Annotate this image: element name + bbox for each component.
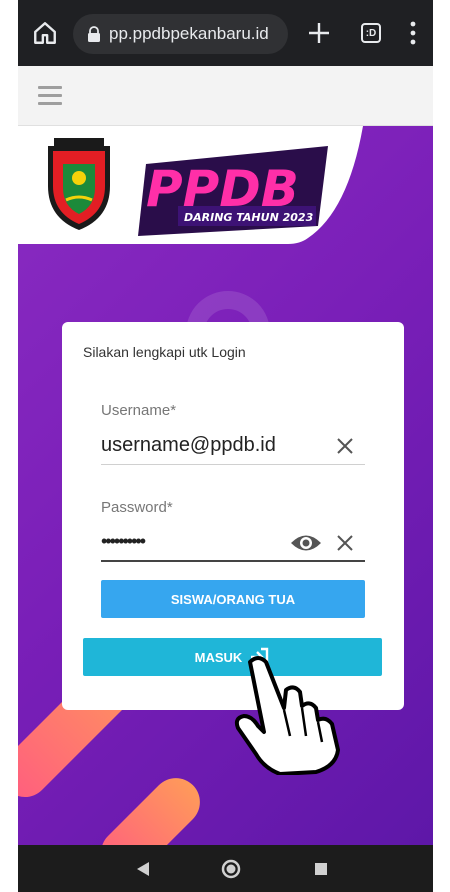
- home-nav-icon[interactable]: [221, 859, 241, 879]
- svg-text:DARING TAHUN 2023: DARING TAHUN 2023: [184, 211, 314, 224]
- hand-pointer-cursor-icon: [234, 656, 340, 775]
- android-nav-bar: [18, 845, 433, 892]
- username-label: Username*: [101, 402, 177, 419]
- ppdb-logo-banner: PPDB DARING TAHUN 2023: [18, 126, 363, 244]
- ppdb-wordmark: PPDB DARING TAHUN 2023: [138, 146, 328, 236]
- password-input[interactable]: ••••••••••: [101, 531, 146, 552]
- hamburger-menu-icon[interactable]: [38, 86, 62, 106]
- username-input[interactable]: username@ppdb.id: [101, 434, 276, 457]
- recent-apps-icon[interactable]: [315, 863, 327, 875]
- browser-toolbar: pp.ppdbpekanbaru.id :D: [18, 0, 433, 66]
- siswa-button-label: SISWA/ORANG TUA: [170, 591, 296, 607]
- username-underline: [101, 464, 365, 465]
- home-icon[interactable]: [32, 20, 58, 46]
- back-icon[interactable]: [136, 861, 150, 877]
- more-vert-icon[interactable]: [409, 21, 417, 45]
- login-heading: Silakan lengkapi utk Login: [83, 344, 246, 360]
- clear-password-icon[interactable]: [335, 533, 355, 553]
- tab-switcher-button[interactable]: :D: [361, 23, 381, 43]
- clear-username-icon[interactable]: [335, 436, 355, 456]
- lock-icon: [88, 26, 100, 42]
- show-password-icon[interactable]: [290, 532, 322, 554]
- password-label: Password*: [101, 499, 173, 516]
- decorative-bar: [91, 768, 210, 845]
- password-underline: [101, 560, 365, 562]
- new-tab-icon[interactable]: [305, 19, 333, 47]
- site-header: [18, 66, 433, 126]
- screen: pp.ppdbpekanbaru.id :D PPDB DARING TAHUN…: [0, 0, 450, 892]
- url-text: pp.ppdbpekanbaru.id: [109, 24, 269, 43]
- address-bar[interactable]: pp.ppdbpekanbaru.id: [73, 14, 288, 54]
- tab-count: :D: [365, 27, 377, 39]
- siswa-orang-tua-button[interactable]: SISWA/ORANG TUA: [101, 580, 365, 618]
